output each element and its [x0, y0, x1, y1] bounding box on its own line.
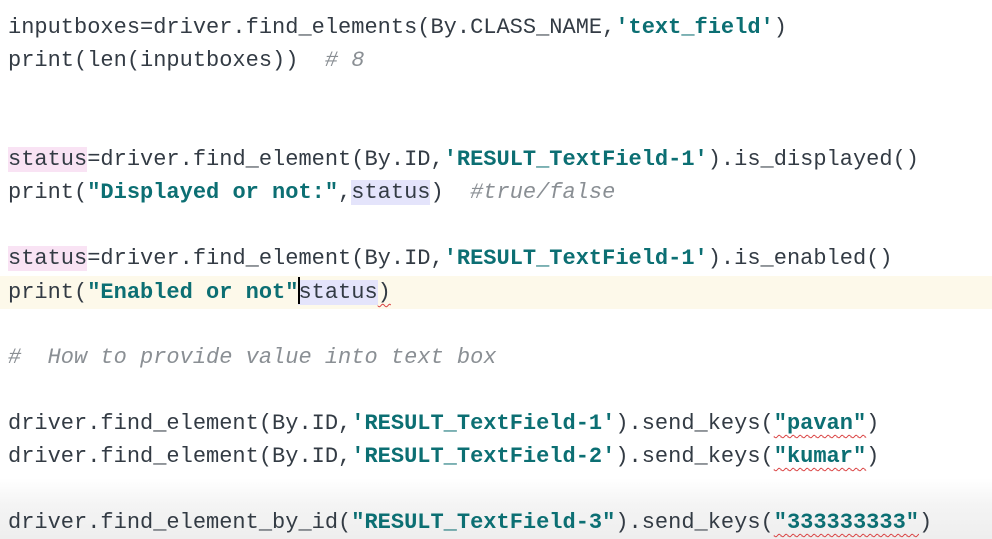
string-literal: 'RESULT_TextField-1'	[351, 411, 616, 436]
code-token: driver.find_element_by_id(	[8, 510, 352, 535]
code-token: print(	[8, 280, 88, 305]
code-line-5[interactable]: status=driver.find_element(By.ID,'RESULT…	[8, 242, 893, 275]
syntax-error-underline: )	[377, 280, 391, 305]
code-line-9[interactable]: driver.find_element(By.ID,'RESULT_TextFi…	[8, 440, 879, 473]
variable-write-highlight: status	[8, 246, 88, 271]
string-literal: "333333333"	[773, 510, 919, 535]
comment: # 8	[324, 48, 365, 73]
string-literal: 'text_field'	[615, 15, 774, 40]
comment: #true/false	[470, 180, 616, 205]
code-line-2[interactable]: print(len(inputboxes)) # 8	[8, 44, 364, 77]
code-token: print(len(inputboxes))	[8, 48, 325, 73]
string-literal: "Enabled or not"	[87, 280, 299, 305]
code-token: )	[866, 444, 880, 469]
comment: # How to provide value into text box	[8, 345, 497, 370]
code-line-6[interactable]: print("Enabled or not"status)	[8, 276, 391, 309]
code-token: print(	[8, 180, 88, 205]
string-literal: 'RESULT_TextField-1'	[443, 246, 708, 271]
code-line-1[interactable]: inputboxes=driver.find_elements(By.CLASS…	[8, 11, 787, 44]
text-caret	[298, 276, 301, 304]
code-token: =driver.find_element(By.ID,	[87, 147, 444, 172]
variable-write-highlight: status	[8, 147, 88, 172]
code-token: ).is_displayed()	[707, 147, 919, 172]
code-token: ,	[338, 180, 352, 205]
code-token: =driver.find_element(By.ID,	[87, 246, 444, 271]
code-token: driver.find_element(By.ID,	[8, 444, 352, 469]
code-token: ).is_enabled()	[707, 246, 893, 271]
code-token: inputboxes=driver.find_elements(By.CLASS…	[8, 15, 616, 40]
string-literal: "kumar"	[773, 444, 867, 469]
code-token: )	[430, 180, 471, 205]
code-line-7[interactable]: # How to provide value into text box	[8, 341, 496, 374]
code-line-3[interactable]: status=driver.find_element(By.ID,'RESULT…	[8, 143, 919, 176]
string-literal: 'RESULT_TextField-1'	[443, 147, 708, 172]
code-line-8[interactable]: driver.find_element(By.ID,'RESULT_TextFi…	[8, 407, 879, 440]
code-editor[interactable]: inputboxes=driver.find_elements(By.CLASS…	[0, 0, 992, 539]
string-literal: 'RESULT_TextField-2'	[351, 444, 616, 469]
code-token: ).send_keys(	[615, 510, 774, 535]
code-line-10[interactable]: driver.find_element_by_id("RESULT_TextFi…	[8, 506, 932, 539]
code-token: driver.find_element(By.ID,	[8, 411, 352, 436]
code-token: )	[918, 510, 933, 535]
string-literal: "Displayed or not:"	[87, 180, 339, 205]
code-token: ).send_keys(	[615, 444, 774, 469]
variable-read-highlight: status	[351, 180, 431, 205]
string-literal: "pavan"	[773, 411, 867, 436]
code-token: ).send_keys(	[615, 411, 774, 436]
variable-read-highlight: status	[298, 280, 378, 305]
code-token: )	[866, 411, 880, 436]
string-literal: "RESULT_TextField-3"	[351, 510, 616, 535]
code-line-4[interactable]: print("Displayed or not:",status) #true/…	[8, 176, 615, 209]
code-token: )	[773, 15, 787, 40]
